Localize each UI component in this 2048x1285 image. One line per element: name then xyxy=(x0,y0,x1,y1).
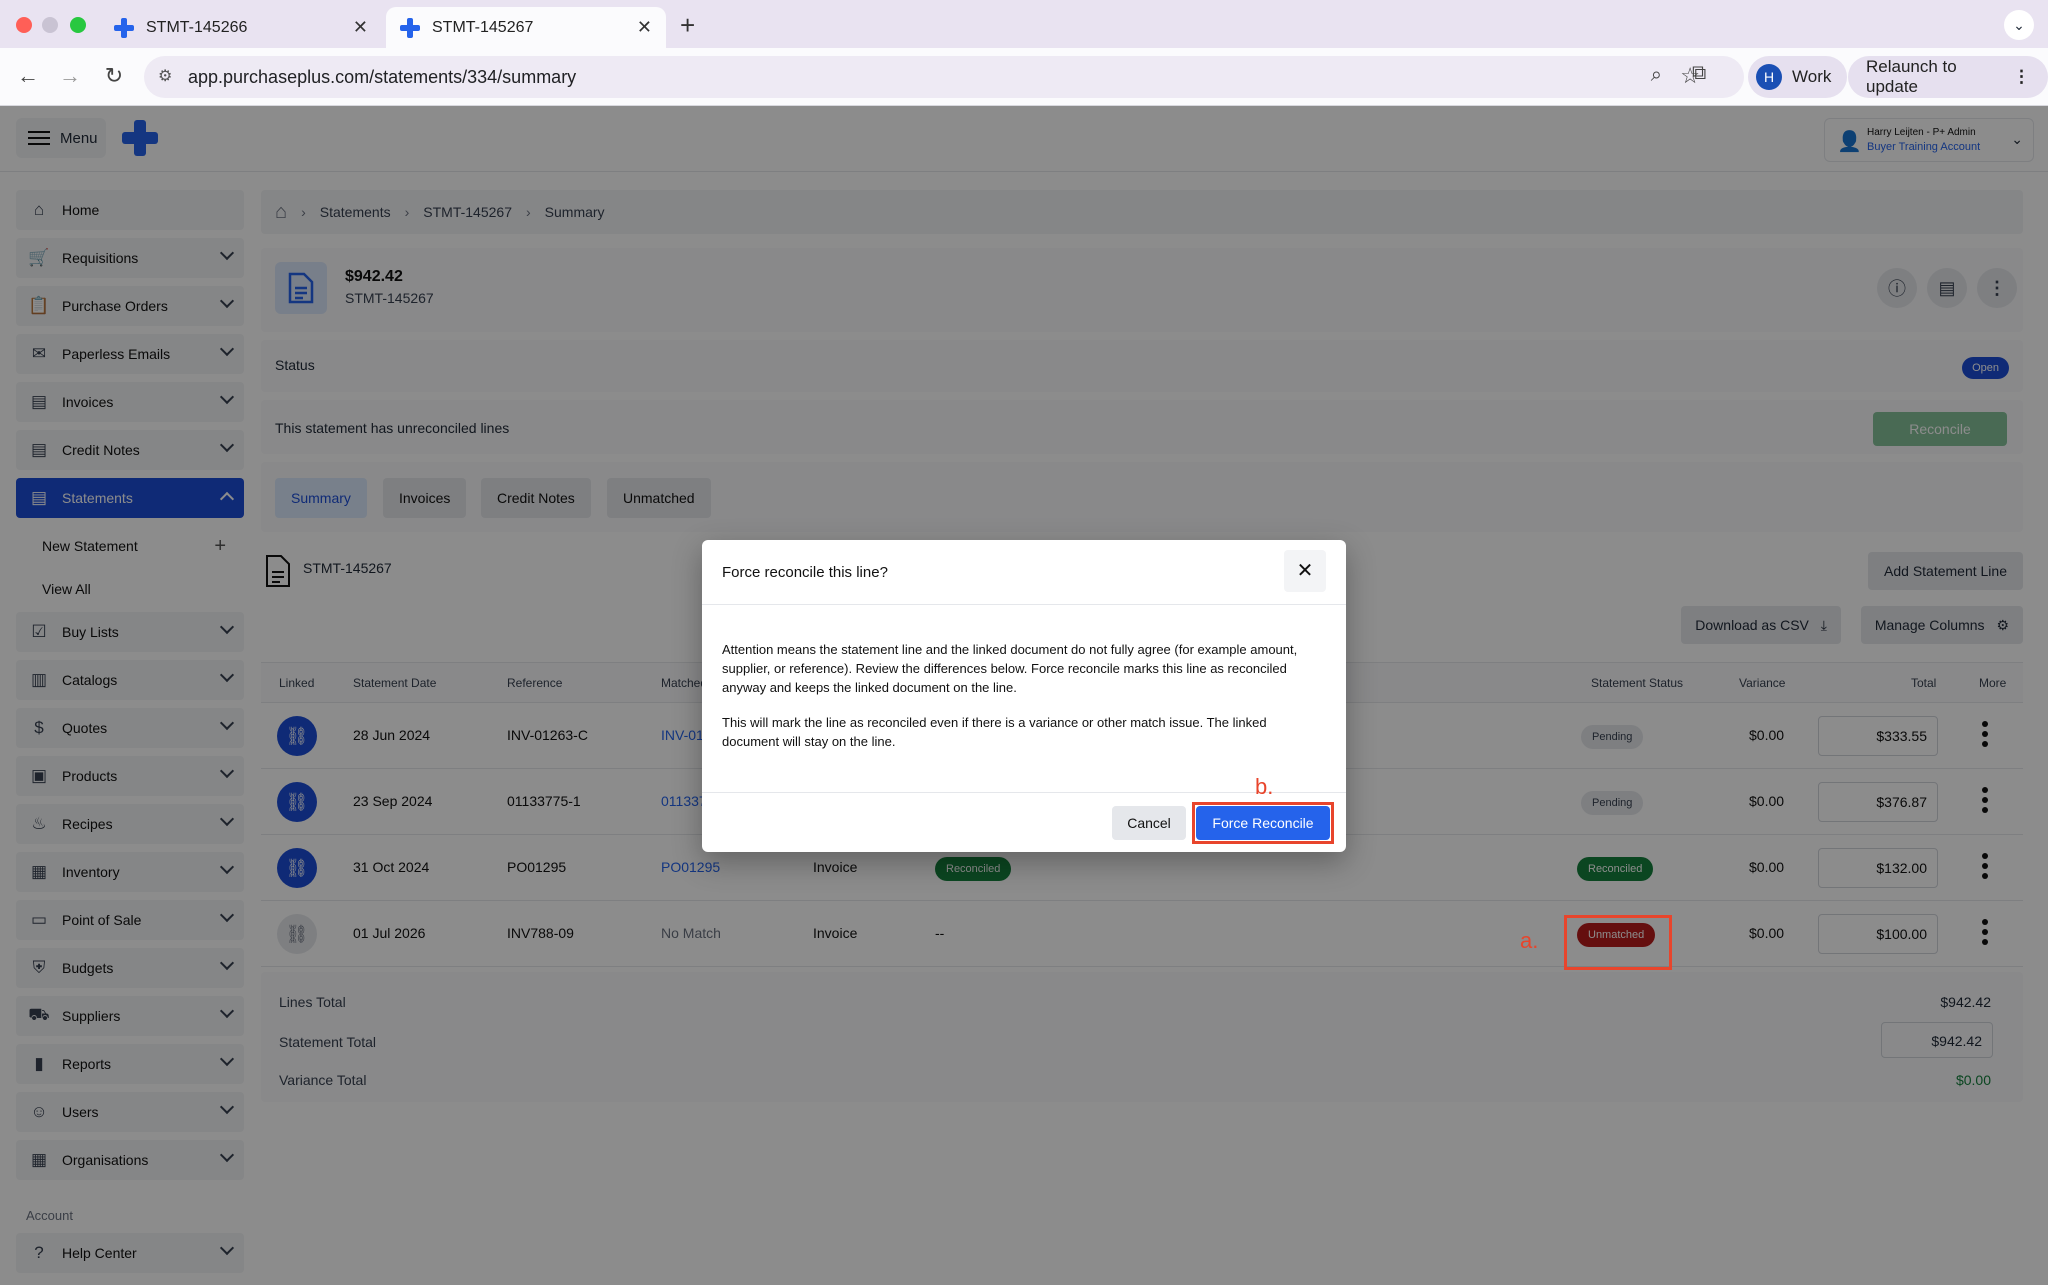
profile-chip[interactable]: H Work xyxy=(1748,56,1848,98)
dialog-paragraph-1: Attention means the statement line and t… xyxy=(722,642,1298,695)
close-icon[interactable]: ✕ xyxy=(1284,550,1326,592)
extensions-icon[interactable]: ⧉ xyxy=(1692,62,1706,85)
address-bar[interactable]: ⚙ app.purchaseplus.com/statements/334/su… xyxy=(144,56,1744,98)
relaunch-button[interactable]: Relaunch to update ⋮ xyxy=(1848,56,2048,98)
annotation-box-b xyxy=(1192,802,1334,844)
more-vertical-icon: ⋮ xyxy=(2013,67,2030,86)
force-reconcile-dialog: Force reconcile this line? ✕ Attention m… xyxy=(702,540,1346,852)
browser-toolbar: ← → ↻ ⚙ app.purchaseplus.com/statements/… xyxy=(0,48,2048,106)
close-tab-icon[interactable]: ✕ xyxy=(353,17,368,38)
minimize-window-button[interactable] xyxy=(42,17,58,33)
url-text: app.purchaseplus.com/statements/334/summ… xyxy=(188,67,577,87)
new-tab-button[interactable]: + xyxy=(680,10,695,41)
zoom-icon[interactable]: ⌕ xyxy=(1651,64,1662,87)
divider xyxy=(702,792,1346,793)
purchaseplus-favicon-icon xyxy=(400,17,420,38)
relaunch-label: Relaunch to update xyxy=(1866,57,1957,96)
dialog-paragraph-2: This will mark the line as reconciled ev… xyxy=(722,715,1267,749)
tab-title: STMT-145267 xyxy=(432,18,534,36)
purchaseplus-favicon-icon xyxy=(114,17,134,38)
site-info-icon[interactable]: ⚙ xyxy=(158,66,172,86)
divider xyxy=(702,604,1346,605)
cancel-button[interactable]: Cancel xyxy=(1112,806,1186,840)
dialog-title: Force reconcile this line? xyxy=(722,564,888,581)
reload-icon[interactable]: ↻ xyxy=(100,62,128,90)
annotation-box-a xyxy=(1564,915,1672,970)
close-window-button[interactable] xyxy=(16,17,32,33)
browser-tab-1[interactable]: STMT-145266 ✕ xyxy=(100,7,382,48)
tab-title: STMT-145266 xyxy=(146,18,248,36)
annotation-label-a: a. xyxy=(1520,928,1539,953)
profile-avatar: H xyxy=(1756,64,1782,90)
back-icon[interactable]: ← xyxy=(14,62,42,90)
tab-search-button[interactable]: ⌄ xyxy=(2004,10,2034,40)
maximize-window-button[interactable] xyxy=(70,17,86,33)
annotation-label-b: b. xyxy=(1255,774,1274,799)
forward-icon[interactable]: → xyxy=(56,62,84,90)
browser-tab-bar: STMT-145266 ✕ STMT-145267 ✕ + ⌄ xyxy=(0,0,2048,48)
close-tab-icon[interactable]: ✕ xyxy=(637,17,652,38)
profile-label: Work xyxy=(1792,67,1832,86)
browser-tab-2[interactable]: STMT-145267 ✕ xyxy=(386,7,666,48)
